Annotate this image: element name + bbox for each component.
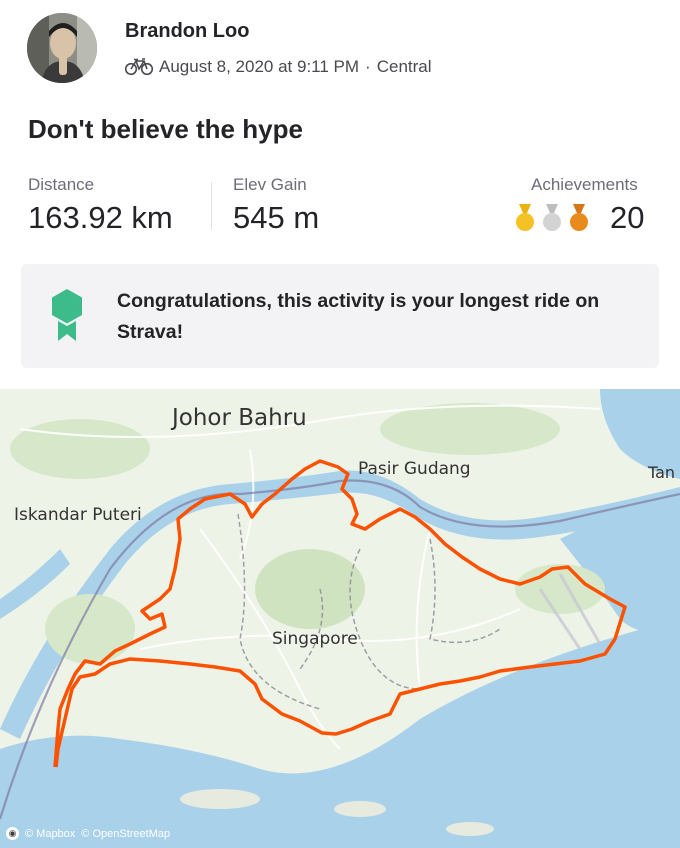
mapbox-attribution[interactable]: © Mapbox xyxy=(25,828,75,840)
activity-meta: August 8, 2020 at 9:11 PM · Central xyxy=(125,57,432,77)
gold-medal-icon xyxy=(516,204,534,231)
map-label-tan: Tan xyxy=(648,463,676,482)
avatar[interactable] xyxy=(27,13,97,83)
stat-divider xyxy=(211,182,212,230)
activity-date: August 8, 2020 at 9:11 PM xyxy=(159,57,360,76)
activity-location: Central xyxy=(376,57,432,76)
meta-separator: · xyxy=(365,57,371,76)
elev-gain-value: 545 m xyxy=(233,200,320,235)
elev-gain-label: Elev Gain xyxy=(233,175,307,194)
athlete-name[interactable]: Brandon Loo xyxy=(125,20,249,43)
route-map[interactable]: Johor Bahru Pasir Gudang Iskandar Puteri… xyxy=(0,389,680,848)
activity-title: Don't believe the hype xyxy=(28,114,303,144)
map-label-singapore: Singapore xyxy=(272,629,358,649)
longest-ride-badge-icon xyxy=(52,289,82,341)
osm-attribution[interactable]: © OpenStreetMap xyxy=(81,828,170,840)
achievements-label[interactable]: Achievements xyxy=(531,175,638,195)
map-label-johor-bahru: Johor Bahru xyxy=(172,405,307,431)
map-label-iskandar-puteri: Iskandar Puteri xyxy=(14,505,142,525)
achievement-medals[interactable] xyxy=(514,204,590,232)
silver-medal-icon xyxy=(543,204,561,231)
distance-value: 163.92 km xyxy=(28,200,173,235)
banner-message: Congratulations, this activity is your l… xyxy=(117,290,600,343)
map-canvas xyxy=(0,389,680,848)
map-label-pasir-gudang: Pasir Gudang xyxy=(358,459,471,479)
achievements-count[interactable]: 20 xyxy=(610,200,644,236)
bronze-medal-icon xyxy=(570,204,588,231)
map-attribution: ◉ © Mapbox © OpenStreetMap xyxy=(6,827,170,840)
activity-header: Brandon Loo August 8, 2020 at 9:11 PM · … xyxy=(0,0,680,100)
distance-label: Distance xyxy=(28,175,95,194)
bicycle-icon xyxy=(125,58,153,76)
achievement-banner[interactable]: Congratulations, this activity is your l… xyxy=(21,264,659,368)
mapbox-logo-icon[interactable]: ◉ xyxy=(6,827,19,840)
